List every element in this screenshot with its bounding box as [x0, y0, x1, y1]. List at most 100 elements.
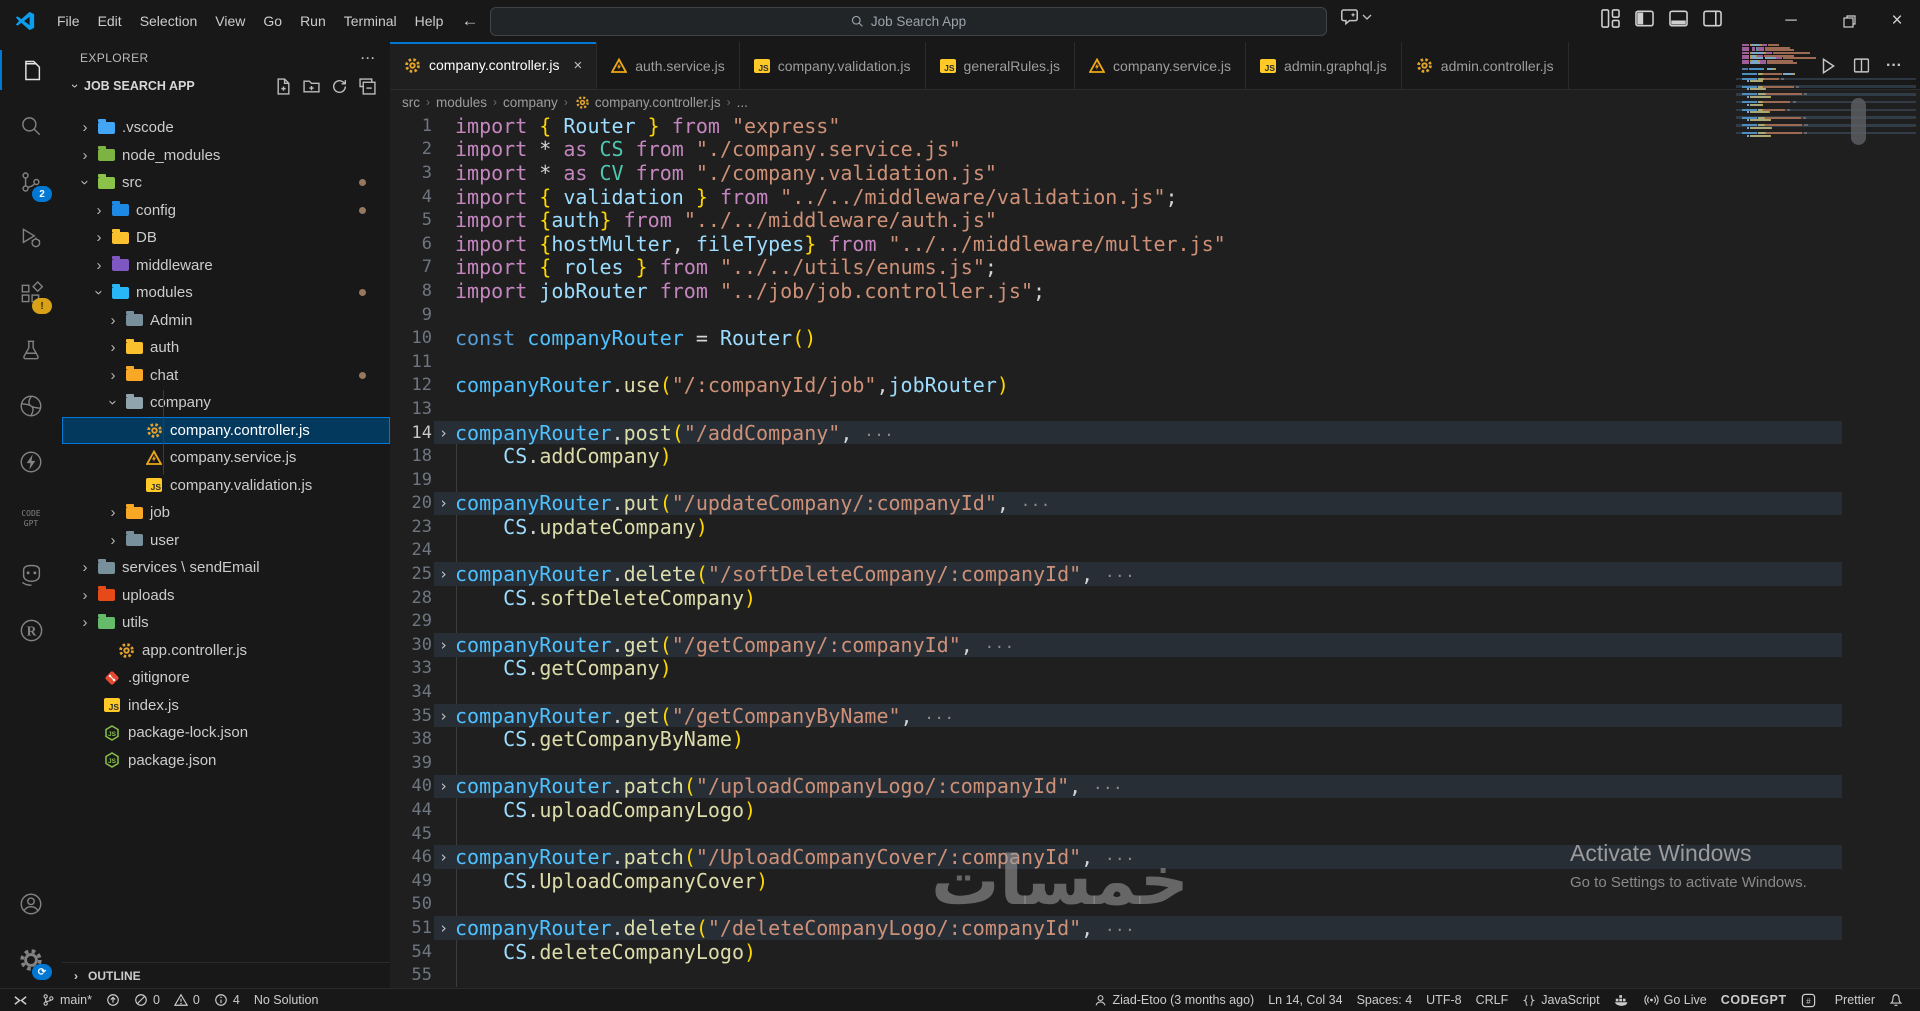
- fold-chevron-icon[interactable]: ›: [432, 777, 455, 795]
- status-encoding[interactable]: UTF-8: [1419, 989, 1468, 1011]
- tree-item-db[interactable]: › DB: [62, 224, 390, 252]
- tree-item-index.js[interactable]: JS index.js: [62, 692, 390, 720]
- tab-company-validation-js[interactable]: JS company.validation.js: [739, 42, 926, 89]
- status-indentation[interactable]: Spaces: 4: [1350, 989, 1420, 1011]
- status-eol[interactable]: CRLF: [1469, 989, 1516, 1011]
- breadcrumb-file[interactable]: company.controller.js: [595, 95, 721, 110]
- tab-company-controller-js[interactable]: company.controller.js ×: [390, 42, 598, 89]
- menu-edit[interactable]: Edit: [89, 8, 131, 34]
- tree-item-company[interactable]: › company: [62, 389, 390, 417]
- tree-item-utils[interactable]: › utils: [62, 609, 390, 637]
- code-line-30[interactable]: 30 › companyRouter.get("/getCompany/:compa…: [390, 633, 1920, 657]
- code-line-24[interactable]: 24: [390, 538, 1920, 563]
- close-button[interactable]: ×: [1874, 0, 1920, 42]
- customize-layout-icon[interactable]: [1600, 8, 1621, 29]
- activity-swirl-extension[interactable]: [0, 378, 62, 434]
- tree-item-services-sendemail[interactable]: › services \ sendEmail: [62, 554, 390, 582]
- menu-run[interactable]: Run: [291, 8, 335, 34]
- fold-chevron-icon[interactable]: ›: [432, 565, 455, 583]
- explorer-more-icon[interactable]: ···: [361, 51, 376, 65]
- code-line-38[interactable]: 38 CS.getCompanyByName): [390, 727, 1920, 751]
- tab-auth-service-js[interactable]: auth.service.js: [597, 42, 740, 89]
- activity-explorer[interactable]: [0, 42, 62, 98]
- status-remote-indicator[interactable]: [6, 989, 35, 1011]
- code-line-44[interactable]: 44 CS.uploadCompanyLogo): [390, 798, 1920, 822]
- tree-item-config[interactable]: › config: [62, 197, 390, 225]
- tree-item-src[interactable]: › src: [62, 169, 390, 197]
- code-line-6[interactable]: 6 import {hostMulter, fileTypes} from "..…: [390, 232, 1920, 256]
- tree-item-package.json[interactable]: JS package.json: [62, 747, 390, 775]
- code-line-8[interactable]: 8 import jobRouter from "../job/job.contr…: [390, 279, 1920, 303]
- tree-item-uploads[interactable]: › uploads: [62, 582, 390, 610]
- more-actions-button[interactable]: ···: [1886, 57, 1902, 75]
- collapse-all-icon[interactable]: [359, 77, 376, 95]
- status-go-live[interactable]: Go Live: [1637, 989, 1714, 1011]
- tree-item-company.validation.js[interactable]: JS company.validation.js: [62, 472, 390, 500]
- activity-search[interactable]: [0, 98, 62, 154]
- activity-source-control[interactable]: 2: [0, 154, 62, 210]
- status-codegpt-status[interactable]: CODEGPT: [1714, 989, 1794, 1011]
- activity-extensions[interactable]: !: [0, 266, 62, 322]
- breadcrumb-item[interactable]: company: [503, 95, 558, 110]
- code-line-55[interactable]: 55: [390, 963, 1920, 987]
- tree-item-.vscode[interactable]: › .vscode: [62, 114, 390, 142]
- code-line-18[interactable]: 18 CS.addCompany): [390, 444, 1920, 468]
- code-line-1[interactable]: 1 import { Router } from "express": [390, 114, 1920, 138]
- fold-chevron-icon[interactable]: ›: [432, 848, 455, 866]
- status-git-branch[interactable]: main*: [35, 989, 99, 1011]
- back-button[interactable]: ←: [452, 9, 487, 33]
- activity-testing[interactable]: [0, 322, 62, 378]
- code-line-7[interactable]: 7 import { roles } from "../../utils/enum…: [390, 255, 1920, 279]
- code-line-23[interactable]: 23 CS.updateCompany): [390, 515, 1920, 539]
- menu-go[interactable]: Go: [254, 8, 291, 34]
- menu-help[interactable]: Help: [406, 8, 453, 34]
- new-folder-icon[interactable]: [303, 78, 320, 95]
- activity-settings[interactable]: ⟳: [0, 932, 62, 988]
- status-warnings[interactable]: 0: [167, 989, 207, 1011]
- fold-chevron-icon[interactable]: ›: [432, 707, 455, 725]
- minimize-button[interactable]: ─: [1768, 0, 1814, 42]
- code-line-20[interactable]: 20 › companyRouter.put("/updateCompany/:co…: [390, 491, 1920, 515]
- scrollbar-thumb[interactable]: [1851, 98, 1866, 145]
- status-language-mode[interactable]: JavaScript: [1515, 989, 1606, 1011]
- refresh-icon[interactable]: [331, 78, 348, 95]
- status-docker[interactable]: [1607, 989, 1637, 1011]
- code-line-25[interactable]: 25 › companyRouter.delete("/softDeleteComp…: [390, 562, 1920, 586]
- tree-item-app.controller.js[interactable]: app.controller.js: [62, 637, 390, 665]
- code-line-13[interactable]: 13: [390, 397, 1920, 421]
- code-line-40[interactable]: 40 › companyRouter.patch("/uploadCompanyLo…: [390, 774, 1920, 798]
- code-line-33[interactable]: 33 CS.getCompany): [390, 656, 1920, 680]
- code-line-14[interactable]: 14 › companyRouter.post("/addCompany", ···: [390, 421, 1920, 445]
- fold-chevron-icon[interactable]: ›: [432, 919, 455, 937]
- code-line-4[interactable]: 4 import { validation } from "../../middl…: [390, 185, 1920, 209]
- menu-view[interactable]: View: [206, 8, 254, 34]
- tab-company-service-js[interactable]: company.service.js: [1075, 42, 1247, 89]
- status-git-blame[interactable]: Ziad-Etoo (3 months ago): [1087, 989, 1261, 1011]
- code-line-9[interactable]: 9: [390, 303, 1920, 327]
- tree-item-package-lock.json[interactable]: JS package-lock.json: [62, 719, 390, 747]
- code-line-3[interactable]: 3 import * as CV from "./company.validati…: [390, 161, 1920, 185]
- tab-generalRules-js[interactable]: JS generalRules.js: [925, 42, 1076, 89]
- breadcrumb-symbol[interactable]: ...: [737, 95, 748, 110]
- code-line-11[interactable]: 11: [390, 350, 1920, 374]
- code-line-5[interactable]: 5 import {auth} from "../../middleware/au…: [390, 208, 1920, 232]
- tree-item-chat[interactable]: › chat: [62, 362, 390, 390]
- breadcrumb[interactable]: src › modules › company › company.controller.j…: [390, 90, 1920, 114]
- code-line-10[interactable]: 10 const companyRouter = Router(): [390, 326, 1920, 350]
- toggle-secondary-sidebar-icon[interactable]: [1702, 8, 1723, 29]
- tree-item-company.service.js[interactable]: company.service.js: [62, 444, 390, 472]
- fold-chevron-icon[interactable]: ›: [432, 494, 455, 512]
- status-csharp-extension[interactable]: #: [1794, 989, 1823, 1011]
- status-prettier[interactable]: Prettier: [1823, 989, 1882, 1011]
- tree-item-job[interactable]: › job: [62, 499, 390, 527]
- fold-chevron-icon[interactable]: ›: [432, 636, 455, 654]
- command-center-search[interactable]: Job Search App: [490, 7, 1327, 36]
- tree-item-company.controller.js[interactable]: company.controller.js: [62, 416, 390, 444]
- status-publish-changes[interactable]: [99, 989, 127, 1011]
- code-line-35[interactable]: 35 › companyRouter.get("/getCompanyByName"…: [390, 704, 1920, 728]
- activity-copilot[interactable]: [0, 546, 62, 602]
- code-line-28[interactable]: 28 CS.softDeleteCompany): [390, 586, 1920, 610]
- tree-item-modules[interactable]: › modules: [62, 279, 390, 307]
- toggle-panel-icon[interactable]: [1668, 8, 1689, 29]
- status-cursor-position[interactable]: Ln 14, Col 34: [1261, 989, 1349, 1011]
